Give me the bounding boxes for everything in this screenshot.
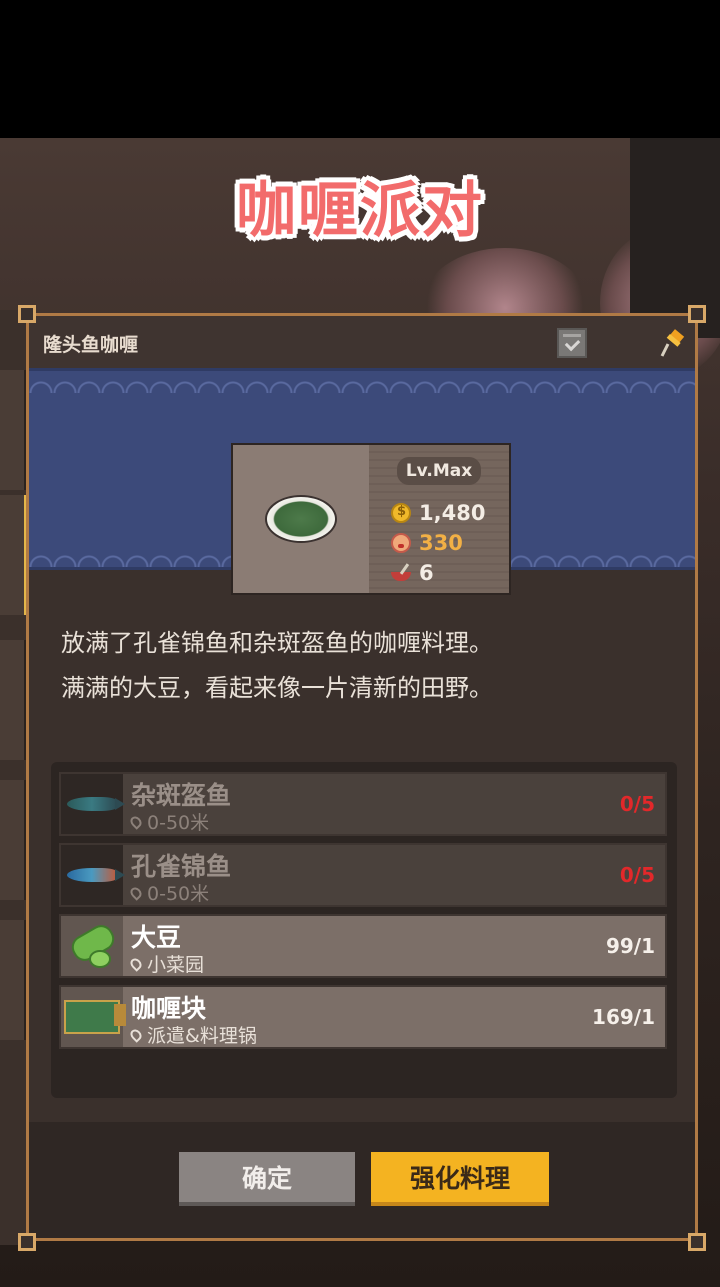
item-stats: Lv.Max 1,480 330 6 [369, 445, 509, 593]
panel-header: 隆头鱼咖喱 [29, 316, 695, 368]
panel-footer: 确定 强化料理 [29, 1122, 695, 1238]
location-pin-icon [128, 955, 144, 972]
taste-face-icon [391, 533, 411, 553]
ingredient-row[interactable]: 大豆 小菜园 99/1 [59, 914, 667, 978]
location-pin-icon [128, 884, 144, 901]
price-stat: 1,480 [391, 501, 485, 525]
ingredient-list: 杂斑盔鱼 0-50米 0/5 孔雀锦鱼 0-50米 0/5 大豆 小菜园 99/… [51, 762, 677, 1098]
level-badge: Lv.Max [397, 457, 481, 485]
background-window [630, 138, 720, 338]
ingredient-location: 0-50米 [128, 808, 210, 835]
location-text: 小菜园 [147, 954, 205, 976]
event-title: 咖喱派对 [236, 175, 484, 246]
dish-image [233, 445, 369, 593]
ingredient-thumb [61, 845, 125, 905]
recipe-title: 隆头鱼咖喱 [43, 334, 139, 356]
location-text: 派遣&料理锅 [147, 1025, 257, 1047]
description-line: 放满了孔雀锦鱼和杂斑盔鱼的咖喱料理。 [61, 629, 493, 657]
item-card: Lv.Max 1,480 330 6 [231, 443, 511, 595]
ingredient-thumb [61, 916, 123, 976]
curry-dish-icon [265, 495, 337, 543]
ingredient-thumb [61, 774, 125, 834]
side-tab[interactable] [0, 780, 27, 900]
enhance-cooking-button[interactable]: 强化料理 [371, 1152, 549, 1206]
curry-block-icon [64, 1000, 126, 1034]
frame-corner [18, 305, 36, 323]
ingredient-name: 孔雀锦鱼 [131, 852, 232, 881]
ingredient-count: 169/1 [592, 1005, 655, 1029]
ingredient-count: 0/5 [619, 792, 655, 816]
fish-icon [67, 797, 125, 811]
ingredient-location: 派遣&料理锅 [128, 1021, 257, 1048]
recipe-panel: 隆头鱼咖喱 Lv.Max 1,480 330 [26, 313, 698, 1241]
location-pin-icon [128, 1026, 144, 1043]
pin-icon[interactable] [659, 328, 687, 360]
ingredient-location: 小菜园 [128, 950, 205, 977]
soybean-icon [69, 926, 115, 968]
side-tab-strip [0, 310, 28, 1245]
description-line: 满满的大豆，看起来像一片清新的田野。 [61, 674, 493, 702]
taste-value: 330 [419, 531, 463, 555]
confirm-button[interactable]: 确定 [179, 1152, 355, 1206]
ingredient-thumb [61, 987, 126, 1047]
taste-stat: 330 [391, 531, 463, 555]
location-pin-icon [128, 813, 144, 830]
frame-corner [688, 1233, 706, 1251]
peacock-fish-icon [67, 868, 125, 882]
ingredient-row[interactable]: 咖喱块 派遣&料理锅 169/1 [59, 985, 667, 1049]
frame-corner [688, 305, 706, 323]
ingredient-name: 杂斑盔鱼 [131, 781, 232, 810]
ingredient-row[interactable]: 杂斑盔鱼 0-50米 0/5 [59, 772, 667, 836]
price-value: 1,480 [419, 501, 486, 525]
recipe-description: 放满了孔雀锦鱼和杂斑盔鱼的咖喱料理。 满满的大豆，看起来像一片清新的田野。 [61, 621, 661, 711]
location-text: 0-50米 [147, 883, 210, 905]
ingredient-name: 咖喱块 [131, 994, 207, 1023]
ingredient-count: 0/5 [619, 863, 655, 887]
servings-stat: 6 [391, 561, 434, 585]
ingredient-row[interactable]: 孔雀锦鱼 0-50米 0/5 [59, 843, 667, 907]
location-text: 0-50米 [147, 812, 210, 834]
frame-corner [18, 1233, 36, 1251]
wave-pattern-top [29, 371, 695, 393]
coin-icon [391, 503, 411, 523]
side-tab[interactable] [0, 640, 27, 760]
ingredient-location: 0-50米 [128, 879, 210, 906]
bowl-icon [391, 563, 411, 583]
item-banner: Lv.Max 1,480 330 6 [29, 368, 695, 595]
ingredient-name: 大豆 [131, 923, 182, 952]
side-tab[interactable] [0, 920, 27, 1040]
servings-value: 6 [419, 561, 434, 585]
checkbox-icon[interactable] [557, 328, 587, 358]
side-tab-active[interactable] [0, 495, 27, 615]
side-tab[interactable] [0, 370, 27, 490]
ingredient-count: 99/1 [605, 934, 655, 958]
